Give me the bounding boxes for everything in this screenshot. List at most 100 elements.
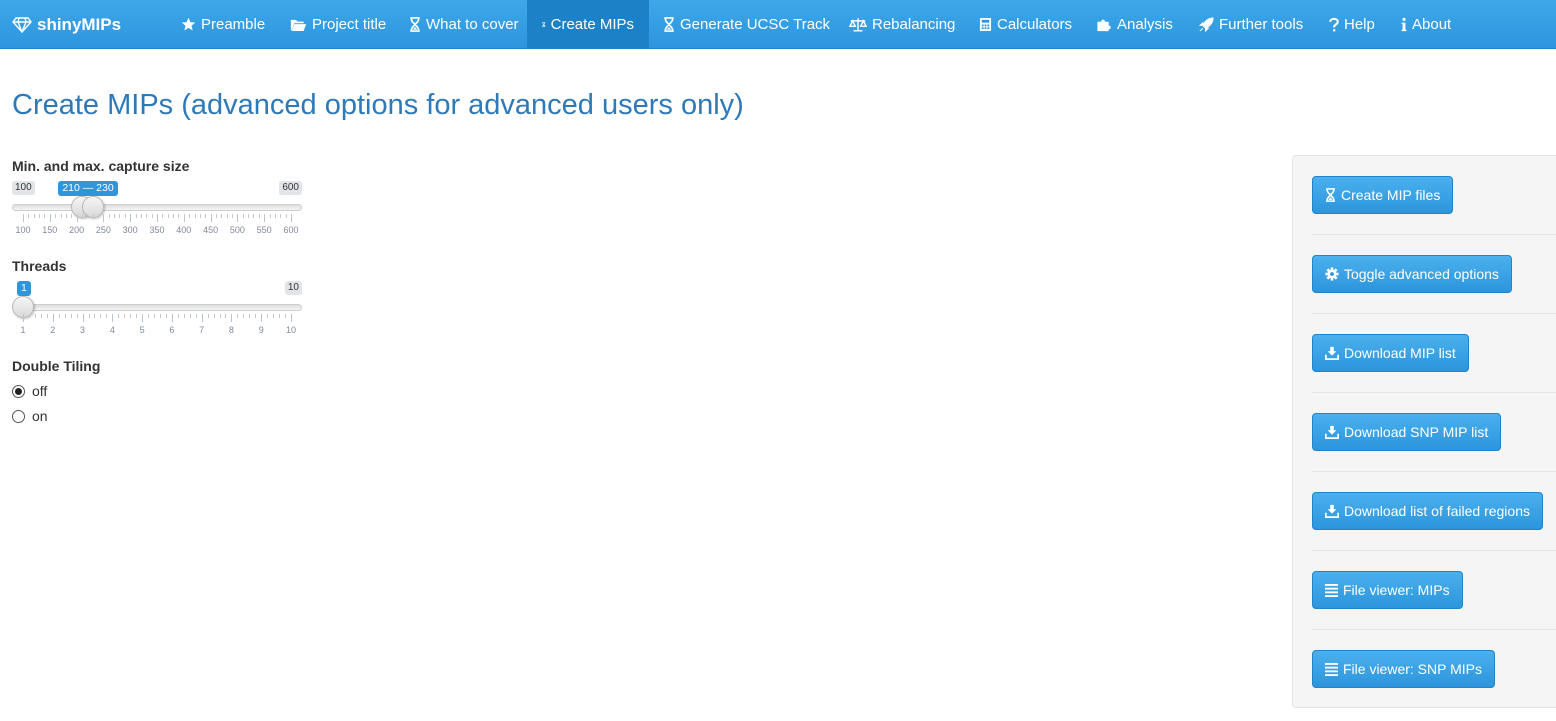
slider-grid: 1 2 3 4 5 6 7 8 9 10 <box>12 314 302 340</box>
slider-track[interactable] <box>12 304 302 311</box>
nav-item-calculators[interactable]: Calculators <box>964 0 1087 49</box>
button-label: File viewer: MIPs <box>1343 582 1450 598</box>
slider-tick <box>171 314 173 322</box>
button-label: Toggle advanced options <box>1344 266 1499 282</box>
slider-minor-tick <box>159 314 161 318</box>
slider-minor-tick <box>87 214 89 218</box>
brand-text: shinyMIPs <box>37 14 122 34</box>
toggle-advanced-options-button[interactable]: Toggle advanced options <box>1312 255 1512 293</box>
slider-tick <box>291 214 292 222</box>
slider-minor-tick <box>195 314 197 318</box>
brand[interactable]: shinyMIPs <box>12 0 121 49</box>
radio-button[interactable] <box>12 409 25 423</box>
slider-minor-tick <box>207 314 209 318</box>
slider-minor-tick <box>151 214 153 218</box>
slider-tick-label: 400 <box>176 225 192 235</box>
slider-tick-label: 10 <box>285 325 297 335</box>
slider-minor-tick <box>94 314 96 318</box>
slider-tick-label: 200 <box>69 225 85 235</box>
slider-minor-tick <box>146 214 148 218</box>
slider-minor-tick <box>46 314 48 318</box>
slider-minor-tick <box>221 214 223 218</box>
slider-tick <box>52 314 54 322</box>
slider-minor-tick <box>219 314 221 318</box>
nav-item-rebalancing[interactable]: Rebalancing <box>834 0 970 49</box>
radio-option-off[interactable]: off <box>12 383 47 399</box>
slider-minor-tick <box>205 214 207 218</box>
slider-tick <box>23 314 24 322</box>
nav-item-further-tools[interactable]: Further tools <box>1184 0 1318 49</box>
nav-item-analysis[interactable]: Analysis <box>1081 0 1188 49</box>
slider-tick <box>76 214 78 222</box>
button-label: Download MIP list <box>1344 345 1456 361</box>
slider-minor-tick <box>274 214 276 218</box>
list-icon <box>1325 662 1338 676</box>
threads-slider[interactable]: 1 10 1 2 3 4 5 6 7 8 9 10 <box>12 281 302 341</box>
download-failed-regions-button[interactable]: Download list of failed regions <box>1312 492 1543 530</box>
nav-item-about[interactable]: About <box>1386 0 1466 49</box>
slider-minor-tick <box>40 314 42 318</box>
divider <box>1312 629 1556 630</box>
slider-minor-tick <box>148 314 150 318</box>
slider-track[interactable] <box>12 204 302 211</box>
radio-option-on[interactable]: on <box>12 408 48 424</box>
slider-minor-tick <box>189 314 191 318</box>
nav-item-create-mips[interactable]: Create MIPs <box>527 0 649 49</box>
slider-minor-tick <box>167 214 169 218</box>
slider-minor-tick <box>189 214 191 218</box>
slider-tick-label: 7 <box>199 325 205 335</box>
nav-item-preamble[interactable]: Preamble <box>166 0 280 49</box>
nav-item-help[interactable]: Help <box>1314 0 1390 49</box>
nav-item-project-title[interactable]: Project title <box>275 0 401 49</box>
slider-minor-tick <box>269 214 271 218</box>
slider-minor-tick <box>183 314 185 318</box>
slider-max-label: 600 <box>279 181 302 195</box>
capture-size-slider[interactable]: 100 600 210 — 230 100 150 200 250 300 350 400 4… <box>12 181 302 241</box>
slider-minor-tick <box>39 214 41 218</box>
slider-min-label: 100 <box>12 181 35 195</box>
file-viewer-snp-mips-button[interactable]: File viewer: SNP MIPs <box>1312 650 1495 688</box>
hourglass-icon <box>542 22 546 27</box>
nav-label: Project title <box>312 16 387 33</box>
file-viewer-mips-button[interactable]: File viewer: MIPs <box>1312 571 1463 609</box>
slider-minor-tick <box>213 314 215 318</box>
slider-minor-tick <box>65 214 67 218</box>
slider-minor-tick <box>249 314 251 318</box>
nav-label: About <box>1412 16 1452 33</box>
create-mip-files-button[interactable]: Create MIP files <box>1312 176 1454 214</box>
slider-minor-tick <box>106 314 108 318</box>
slider-minor-tick <box>136 314 138 318</box>
slider-tick-label: 350 <box>149 225 165 235</box>
slider-minor-tick <box>177 314 179 318</box>
slider-minor-tick <box>165 314 167 318</box>
slider-minor-tick <box>60 214 62 218</box>
slider-minor-tick <box>28 214 30 218</box>
slider-minor-tick <box>273 314 275 318</box>
folder-open-icon <box>290 19 307 31</box>
slider-tick <box>201 314 203 322</box>
radio-button-checked[interactable] <box>12 384 25 398</box>
nav-label: Preamble <box>201 16 266 33</box>
slider-minor-tick <box>34 314 36 318</box>
slider-tick <box>237 214 239 222</box>
slider-tick <box>231 314 233 322</box>
slider-tick-label: 150 <box>42 225 58 235</box>
slider-tick <box>210 214 212 222</box>
download-mip-list-button[interactable]: Download MIP list <box>1312 334 1469 372</box>
threads-label: Threads <box>12 258 67 274</box>
nav-item-generate-ucsc-track[interactable]: Generate UCSC Track <box>648 0 845 49</box>
nav-label: Generate UCSC Track <box>680 16 831 33</box>
download-icon <box>1325 346 1339 360</box>
nav-label: Further tools <box>1219 16 1304 33</box>
slider-minor-tick <box>33 214 35 218</box>
slider-tick <box>142 314 144 322</box>
nav-item-what-to-cover[interactable]: What to cover <box>394 0 534 49</box>
slider-minor-tick <box>118 314 120 318</box>
slider-value: 1 <box>17 281 31 296</box>
download-snp-mip-list-button[interactable]: Download SNP MIP list <box>1312 413 1502 451</box>
slider-minor-tick <box>199 214 201 218</box>
hourglass-icon <box>664 17 674 32</box>
slider-minor-tick <box>242 214 244 218</box>
slider-tick-label: 3 <box>80 325 86 335</box>
slider-minor-tick <box>92 214 94 218</box>
